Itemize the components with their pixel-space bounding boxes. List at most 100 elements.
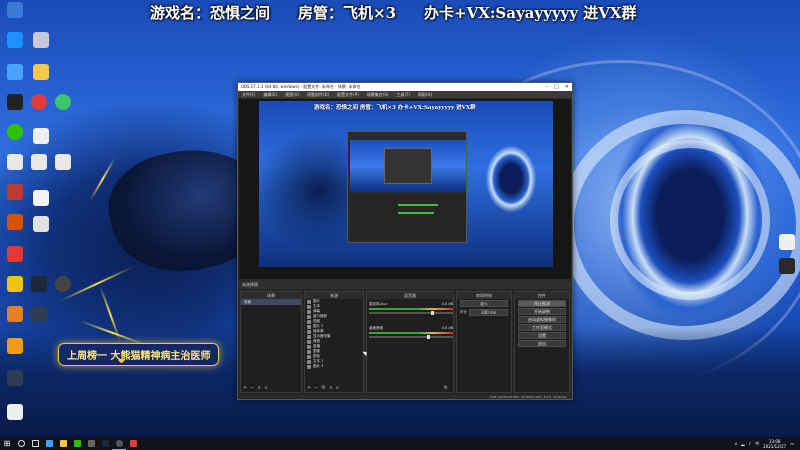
controls-panel: 控件 停止推流 开始录制 启动虚拟摄像机 工作室模式 设置 退出: [514, 291, 570, 393]
desktop-icon[interactable]: [26, 306, 52, 322]
taskbar-app[interactable]: [70, 437, 84, 450]
desktop-level-meter: [369, 332, 453, 334]
desktop-icon[interactable]: [50, 94, 76, 110]
desktop-volume-slider[interactable]: [369, 335, 453, 339]
obs-preview-area[interactable]: 游戏名：恐惧之间 房管：飞机×3 办卡+VX:Sayayyyyy 进VX群: [239, 99, 571, 279]
desktop-icon[interactable]: [2, 2, 28, 18]
taskbar-app[interactable]: [98, 437, 112, 450]
taskbar: ⊞ ∧ ▂ ♪ 中 13:08 2021/12/27 ▭: [0, 437, 800, 450]
image-file-icon: [33, 216, 49, 232]
app-icon: [31, 306, 47, 322]
obs-title-bar[interactable]: OBS 27.1.3 (64-bit, windows) - 配置文件: 未命名…: [238, 83, 572, 91]
transitions-panel: 转场特效 淡入 时长 300 ms: [456, 291, 512, 393]
taskbar-app[interactable]: [126, 437, 140, 450]
desktop-icon[interactable]: [2, 154, 28, 170]
app-icon: [7, 64, 23, 80]
virtual-camera-button[interactable]: 启动虚拟摄像机: [518, 316, 566, 323]
file-icon: [7, 404, 23, 420]
transition-type-select[interactable]: 淡入: [460, 300, 508, 307]
menu-file[interactable]: 文件(F): [242, 92, 255, 98]
desktop-icon[interactable]: [2, 276, 28, 292]
desktop-icon[interactable]: [28, 128, 54, 144]
studio-mode-button[interactable]: 工作室模式: [518, 324, 566, 331]
nested-meter: [398, 212, 434, 214]
obs-docks: 未选择源 场景 场景 +−∧∨ 来源 图片 文本 弹幕 窗口捕获 视频 图片 2…: [239, 281, 571, 397]
close-icon[interactable]: ✕: [565, 84, 569, 90]
stop-streaming-button[interactable]: 停止推流: [518, 300, 566, 307]
desktop-icon[interactable]: [2, 338, 28, 354]
volume-icon[interactable]: ♪: [749, 441, 752, 446]
settings-button[interactable]: 设置: [518, 332, 566, 339]
taskbar-task-view[interactable]: [28, 437, 42, 450]
sources-toolbar[interactable]: +−⚙∧∨: [307, 385, 342, 391]
scene-item[interactable]: 场景: [241, 299, 301, 305]
heart-icon: ❤: [118, 357, 125, 366]
nested-docks: [350, 194, 466, 240]
taskbar-search[interactable]: [14, 437, 28, 450]
menu-scene-collection[interactable]: 场景集合(S): [367, 92, 389, 98]
menu-edit[interactable]: 编辑(E): [263, 92, 277, 98]
desktop-icon[interactable]: [28, 190, 54, 206]
notification-icon[interactable]: ▭: [790, 441, 794, 446]
obs-window[interactable]: OBS 27.1.3 (64-bit, windows) - 配置文件: 未命名…: [237, 82, 573, 400]
tray-chevron-icon[interactable]: ∧: [735, 441, 738, 446]
desktop-icon[interactable]: [774, 234, 800, 250]
desktop-channel-level: 0.0 dB: [441, 326, 453, 330]
desktop-icon[interactable]: [2, 246, 28, 262]
desktop-icon[interactable]: [2, 184, 28, 200]
app-icon: [7, 276, 23, 292]
desktop-icon[interactable]: [2, 370, 28, 386]
minimize-icon[interactable]: –: [546, 84, 549, 90]
app-icon: [7, 306, 23, 322]
menu-profile[interactable]: 配置文件(P): [337, 92, 359, 98]
app-icon: [7, 184, 23, 200]
app-icon: [7, 32, 23, 48]
source-toolbar: 未选择源: [239, 281, 571, 289]
duration-input[interactable]: 300 ms: [469, 309, 508, 316]
desktop-channel-name: 桌面音频: [369, 326, 383, 330]
desktop-icon[interactable]: [2, 94, 28, 110]
taskbar-app[interactable]: [84, 437, 98, 450]
desktop-icon[interactable]: [28, 216, 54, 232]
exit-button[interactable]: 退出: [518, 340, 566, 347]
mic-level-meter: [369, 308, 453, 310]
mic-channel-name: 麦克风/Aux: [369, 302, 388, 306]
desktop-icon[interactable]: [2, 306, 28, 322]
desktop-icon[interactable]: [26, 276, 52, 292]
maximize-icon[interactable]: □: [554, 84, 559, 90]
network-icon[interactable]: ▂: [742, 441, 745, 446]
desktop-icon[interactable]: [2, 124, 28, 140]
desktop-icon[interactable]: [2, 214, 28, 230]
menu-docks[interactable]: 停靠部件(D): [307, 92, 329, 98]
menu-view[interactable]: 视图(V): [285, 92, 299, 98]
taskbar-app[interactable]: [42, 437, 56, 450]
input-language[interactable]: 中: [755, 441, 759, 447]
desktop-icon[interactable]: [2, 64, 28, 80]
desktop-icon[interactable]: [2, 404, 28, 420]
desktop-icon[interactable]: [26, 154, 52, 170]
menu-tools[interactable]: 工具(T): [396, 92, 410, 98]
overlay-contact: 办卡+VX:Sayayyyyy 进VX群: [424, 4, 637, 22]
app-icon: [129, 440, 137, 447]
source-item[interactable]: 图片 3: [305, 364, 363, 369]
app-icon: [55, 94, 71, 110]
desktop-icon[interactable]: [2, 32, 28, 48]
start-recording-button[interactable]: 开始录制: [518, 308, 566, 315]
start-button[interactable]: ⊞: [0, 437, 14, 450]
desktop-icon[interactable]: [50, 154, 76, 170]
mic-volume-slider[interactable]: [369, 311, 453, 315]
mixer-gear-icon[interactable]: ⚙: [444, 385, 451, 391]
mixer-channel-mic: 麦克风/Aux 0.0 dB: [369, 302, 453, 322]
clock[interactable]: 13:08 2021/12/27: [763, 439, 786, 449]
taskbar-app[interactable]: [56, 437, 70, 450]
menu-help[interactable]: 帮助(H): [418, 92, 432, 98]
desktop-icon[interactable]: [26, 94, 52, 110]
wechat-icon: [73, 440, 81, 447]
desktop-icon[interactable]: [28, 64, 54, 80]
scenes-toolbar[interactable]: +−∧∨: [243, 385, 271, 391]
taskbar-app-obs[interactable]: [112, 437, 126, 450]
desktop-icon[interactable]: [50, 276, 76, 292]
desktop-icon[interactable]: [28, 32, 54, 48]
desktop-icon[interactable]: [774, 258, 800, 274]
obs-window-title: OBS 27.1.3 (64-bit, windows) - 配置文件: 未命名…: [241, 84, 361, 89]
